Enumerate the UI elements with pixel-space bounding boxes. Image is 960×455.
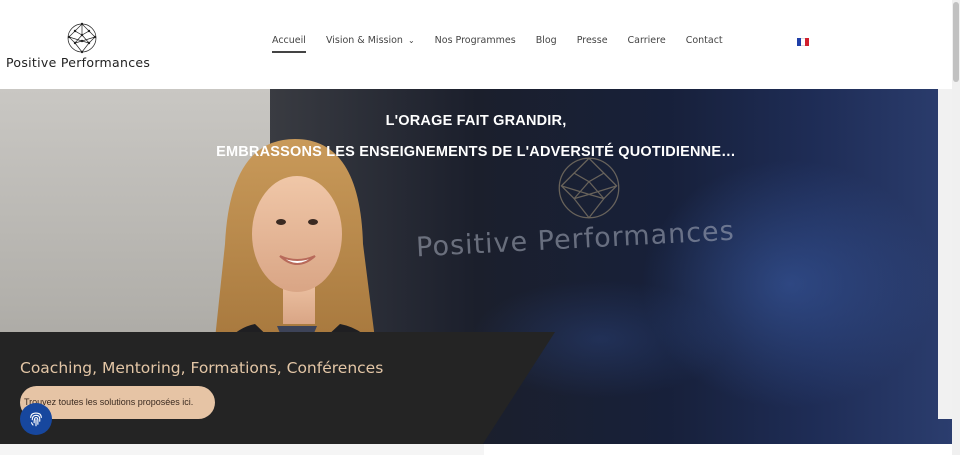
nav-item-vision-mission[interactable]: Vision & Mission ⌄ (326, 35, 415, 46)
chevron-down-icon: ⌄ (407, 36, 415, 45)
flag-fr-icon[interactable] (797, 38, 809, 46)
nav-item-carriere[interactable]: Carriere (628, 35, 666, 46)
nav-label: Accueil (272, 35, 306, 46)
nav-item-presse[interactable]: Presse (577, 35, 608, 46)
nav-item-blog[interactable]: Blog (536, 35, 557, 46)
nav-label: Nos Programmes (434, 35, 516, 46)
nav-label: Vision & Mission (325, 35, 403, 46)
nav-item-nos-programmes[interactable]: Nos Programmes (435, 35, 516, 46)
hero-title-line1: L'ORAGE FAIT GRANDIR, (385, 113, 567, 129)
fingerprint-icon[interactable] (20, 403, 52, 435)
site-logo[interactable]: Positive Performances (6, 22, 156, 72)
nav-item-accueil[interactable]: Accueil (272, 35, 306, 53)
nav-label: Carriere (627, 35, 666, 46)
nav-label: Contact (685, 35, 723, 46)
logo-text: Positive Performances (6, 55, 151, 70)
hero-title-line2: EMBRASSONS LES ENSEIGNEMENTS DE L'ADVERS… (216, 144, 736, 160)
services-title: Coaching, Mentoring, Formations, Confére… (20, 359, 384, 377)
geodesic-sphere-icon (67, 22, 97, 54)
main-navigation: Accueil Vision & Mission ⌄ Nos Programme… (272, 35, 743, 53)
scrollbar-thumb[interactable] (953, 2, 959, 82)
nav-label: Presse (576, 35, 608, 46)
nav-label: Blog (535, 35, 557, 46)
page-edge (938, 89, 952, 419)
geodesic-sphere-icon (558, 157, 620, 219)
content-below-hero-left (0, 444, 484, 455)
nav-item-contact[interactable]: Contact (686, 35, 723, 46)
fingerprint-glyph (30, 412, 42, 427)
site-header: Positive Performances Accueil Vision & M… (0, 0, 952, 89)
